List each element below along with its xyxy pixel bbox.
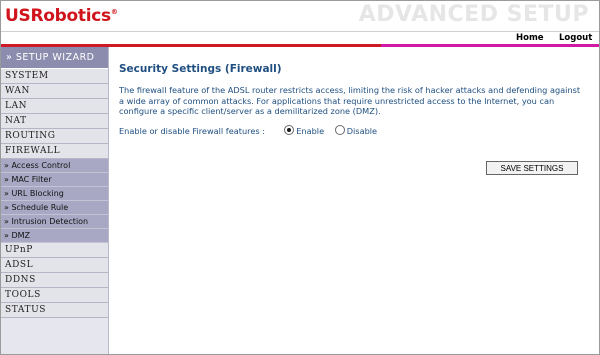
sidebar-item-url-blocking[interactable]: » URL Blocking (1, 187, 108, 201)
sidebar-item-ddns[interactable]: DDNS (1, 273, 108, 288)
sidebar-item-routing[interactable]: ROUTING (1, 129, 108, 144)
firewall-toggle-row: Enable or disable Firewall features : En… (119, 125, 385, 136)
logout-link[interactable]: Logout (559, 33, 592, 43)
page-title: Security Settings (Firewall) (119, 63, 282, 75)
usrobotics-logo: USRobotics® (5, 6, 118, 26)
sidebar-item-mac-filter[interactable]: » MAC Filter (1, 173, 108, 187)
sidebar-item-system[interactable]: SYSTEM (1, 69, 108, 84)
main-content: Security Settings (Firewall) The firewal… (109, 47, 599, 354)
sidebar-item-schedule-rule[interactable]: » Schedule Rule (1, 201, 108, 215)
router-admin-page: USRobotics® ADVANCED SETUP Home Logout »… (0, 0, 600, 355)
sidebar-item-dmz[interactable]: » DMZ (1, 229, 108, 243)
sidebar-item-lan[interactable]: LAN (1, 99, 108, 114)
sidebar-item-tools[interactable]: TOOLS (1, 288, 108, 303)
home-link[interactable]: Home (516, 33, 544, 43)
firewall-description: The firewall feature of the ADSL router … (119, 85, 581, 116)
enable-radio[interactable] (284, 125, 295, 135)
advanced-setup-banner: ADVANCED SETUP (358, 2, 589, 27)
setup-wizard-link[interactable]: » SETUP WIZARD (1, 47, 108, 69)
header: USRobotics® ADVANCED SETUP (1, 1, 599, 31)
sidebar-item-adsl[interactable]: ADSL (1, 258, 108, 273)
sidebar-nav: » SETUP WIZARD SYSTEM WAN LAN NAT ROUTING FIR… (1, 47, 109, 354)
sidebar-item-nat[interactable]: NAT (1, 114, 108, 129)
sidebar-item-upnp[interactable]: UPnP (1, 243, 108, 258)
disable-radio[interactable] (334, 125, 345, 135)
firewall-label: Enable or disable Firewall features : (119, 126, 265, 136)
save-settings-button[interactable]: SAVE SETTINGS (486, 161, 578, 175)
sidebar-item-wan[interactable]: WAN (1, 84, 108, 99)
sidebar-item-intrusion-detection[interactable]: » Intrusion Detection (1, 215, 108, 229)
sidebar-item-status[interactable]: STATUS (1, 303, 108, 318)
sidebar-item-access-control[interactable]: » Access Control (1, 159, 108, 173)
disable-label: Disable (346, 126, 378, 136)
sidebar-item-firewall[interactable]: FIREWALL (1, 144, 108, 159)
enable-label: Enable (296, 126, 325, 136)
